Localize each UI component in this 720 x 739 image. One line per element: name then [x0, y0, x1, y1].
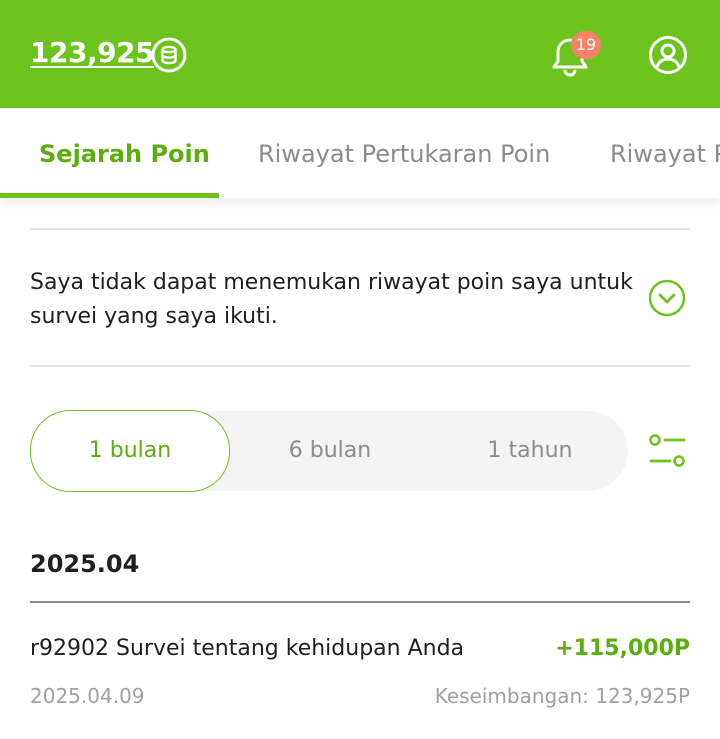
transaction-balance: Keseimbangan: 123,925P [435, 684, 690, 708]
user-profile-icon[interactable] [648, 35, 688, 75]
active-tab-indicator [0, 193, 219, 198]
month-divider [30, 601, 690, 603]
coin-icon [151, 37, 187, 73]
divider [30, 228, 690, 230]
chevron-down-circle-icon[interactable] [648, 279, 686, 317]
transaction-title: r92902 Survei tentang kehidupan Anda [30, 636, 465, 661]
tab-bar: Sejarah Poin Riwayat Pertukaran Poin Riw… [0, 108, 720, 198]
month-heading: 2025.04 [30, 550, 140, 578]
period-segmented-control: 1 bulan 6 bulan 1 tahun [30, 410, 630, 492]
transaction-amount: +115,000P [555, 636, 690, 661]
notification-badge: 19 [571, 31, 601, 59]
points-balance[interactable]: 123,925 [30, 36, 155, 69]
app-header: 123,925 19 [0, 0, 720, 108]
period-option-6-months[interactable]: 6 bulan [230, 411, 430, 491]
transaction-date: 2025.04.09 [30, 684, 145, 708]
faq-question[interactable]: Saya tidak dapat menemukan riwayat poin … [30, 266, 640, 334]
tab-point-exchange-history[interactable]: Riwayat Pertukaran Poin [258, 108, 550, 198]
balance-label: Keseimbangan: [434, 684, 589, 708]
tab-point-history[interactable]: Sejarah Poin [39, 108, 210, 198]
period-option-1-year[interactable]: 1 tahun [430, 411, 630, 491]
divider [30, 365, 690, 367]
filter-settings-icon[interactable] [648, 434, 688, 470]
balance-value: 123,925P [595, 684, 690, 708]
tab-more-history[interactable]: Riwayat Pe [610, 108, 720, 198]
period-option-1-month[interactable]: 1 bulan [30, 410, 230, 492]
